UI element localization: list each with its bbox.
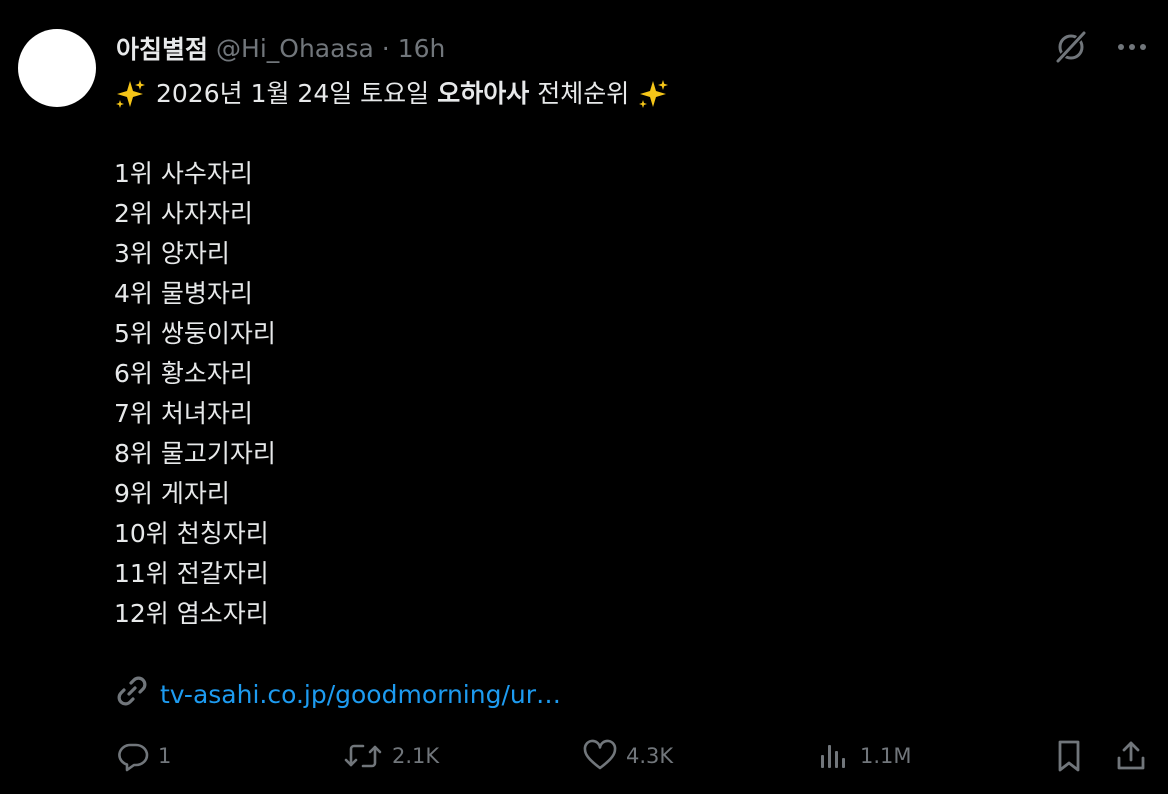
bookmark-button[interactable] <box>1052 736 1086 776</box>
list-item: 4위 물병자리 <box>114 279 253 308</box>
link-icon <box>114 673 150 715</box>
heart-icon <box>582 739 618 773</box>
headline-date: 2026년 1월 24일 토요일 <box>156 79 430 108</box>
reply-button[interactable]: 1 <box>116 736 171 776</box>
display-name[interactable]: 아침별점 <box>116 30 208 66</box>
tweet-card[interactable]: 아침별점 @Hi_Ohaasa · 16h 2026년 1월 24일 토요일 오… <box>0 0 1168 794</box>
list-item: 3위 양자리 <box>114 239 230 268</box>
repost-button[interactable]: 2.1K <box>342 736 439 776</box>
repost-count: 2.1K <box>392 744 440 768</box>
top-actions <box>1052 28 1148 66</box>
list-item: 1위 사수자리 <box>114 159 253 188</box>
list-item: 2위 사자자리 <box>114 199 253 228</box>
headline: 2026년 1월 24일 토요일 오하아사 전체순위 <box>114 74 1014 114</box>
link-text[interactable]: tv-asahi.co.jp/goodmorning/ur… <box>160 680 561 709</box>
list-item: 9위 게자리 <box>114 479 230 508</box>
headline-suffix: 전체순위 <box>537 79 630 108</box>
list-item: 12위 염소자리 <box>114 599 269 628</box>
views-button[interactable]: 1.1M <box>816 736 912 776</box>
separator-dot: · <box>381 33 390 63</box>
grok-icon[interactable] <box>1052 28 1090 66</box>
bookmark-icon <box>1052 738 1086 774</box>
avatar[interactable] <box>18 29 96 107</box>
share-button[interactable] <box>1114 736 1148 776</box>
views-icon <box>816 739 852 773</box>
reply-icon <box>116 739 150 773</box>
share-icon <box>1114 738 1148 774</box>
tweet-text: 2026년 1월 24일 토요일 오하아사 전체순위 1위 사수자리 2위 사자… <box>114 74 1014 634</box>
repost-icon <box>342 739 384 773</box>
more-options-icon[interactable] <box>1116 42 1148 52</box>
sparkles-icon <box>114 78 146 110</box>
tweet-header: 아침별점 @Hi_Ohaasa · 16h <box>116 30 445 66</box>
list-item: 6위 황소자리 <box>114 359 253 388</box>
view-count: 1.1M <box>860 744 912 768</box>
reply-count: 1 <box>158 744 172 768</box>
list-item: 7위 처녀자리 <box>114 399 253 428</box>
timestamp[interactable]: 16h <box>398 34 446 63</box>
sparkles-icon <box>637 78 669 110</box>
ranking-list: 1위 사수자리 2위 사자자리 3위 양자리 4위 물병자리 5위 쌍둥이자리 … <box>114 154 1014 634</box>
list-item: 8위 물고기자리 <box>114 439 276 468</box>
list-item: 11위 전갈자리 <box>114 559 269 588</box>
action-bar: 1 2.1K 4.3K 1.1M <box>114 736 1150 776</box>
like-count: 4.3K <box>626 744 674 768</box>
headline-bold: 오하아사 <box>437 79 530 108</box>
list-item: 5위 쌍둥이자리 <box>114 319 276 348</box>
user-handle[interactable]: @Hi_Ohaasa <box>216 34 374 63</box>
like-button[interactable]: 4.3K <box>582 736 673 776</box>
tweet-link[interactable]: tv-asahi.co.jp/goodmorning/ur… <box>114 674 561 714</box>
list-item: 10위 천칭자리 <box>114 519 269 548</box>
